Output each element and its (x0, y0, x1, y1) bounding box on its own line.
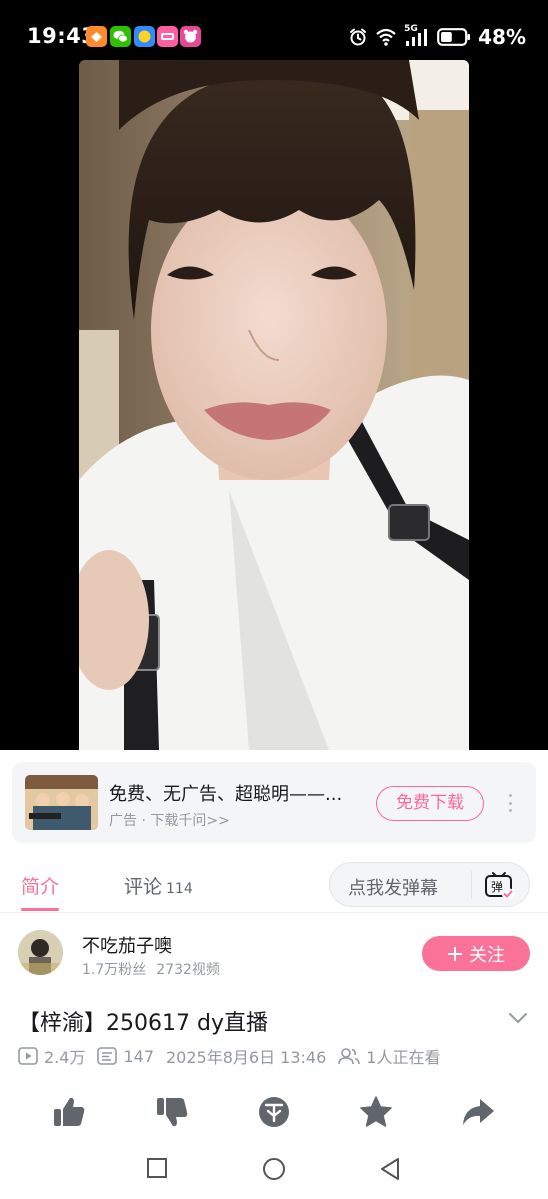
danmaku-input[interactable]: 点我发弹幕 弹 (329, 862, 530, 907)
uploader-name[interactable]: 不吃茄子噢 (82, 932, 172, 958)
chevron-down-icon[interactable] (508, 1012, 528, 1024)
danmaku-icon-glyph: 弹 (491, 880, 503, 894)
recents-nav-icon[interactable] (146, 1157, 168, 1179)
uploader-avatar[interactable] (18, 930, 63, 975)
share-button[interactable] (460, 1094, 496, 1130)
pink-bear-app-icon (180, 26, 201, 47)
dislike-button[interactable] (154, 1094, 190, 1130)
view-count: 2.4万 (44, 1048, 86, 1067)
danmaku-count: 147 (123, 1046, 154, 1066)
more-icon[interactable] (504, 790, 516, 816)
watching-count: 1人正在看 (366, 1048, 441, 1067)
battery-percent: 48% (478, 25, 526, 49)
signal-5g-icon: 5G (404, 24, 430, 48)
ad-subtitle[interactable]: 广告 · 下载千问>> (109, 810, 230, 830)
play-count-icon (18, 1047, 38, 1065)
coin-icon (259, 1097, 289, 1127)
publish-date: 2025年8月6日 13:46 (166, 1048, 327, 1067)
tab-comments[interactable]: 评论 114 (124, 872, 193, 899)
video-area: 19:43 5G 48% (0, 0, 548, 750)
divider (471, 871, 472, 899)
ad-banner[interactable]: 免费、无广告、超聪明——... 广告 · 下载千问>> 免费下载 (12, 762, 536, 843)
orange-app-icon (86, 26, 107, 47)
battery-icon (437, 28, 471, 46)
tab-bar: 简介 评论 114 点我发弹幕 弹 (0, 855, 548, 913)
comments-count: 114 (166, 881, 193, 897)
video-player[interactable] (79, 60, 469, 750)
video-meta: 2.4万 147 2025年8月6日 13:46 1人正在看 (18, 1046, 441, 1067)
back-nav-icon[interactable] (379, 1157, 401, 1181)
uploader-videos: 2732视频 (156, 962, 220, 978)
favorite-button[interactable] (358, 1094, 394, 1130)
follow-button[interactable]: 关注 (422, 936, 530, 971)
thumbs-up-icon (54, 1097, 85, 1126)
ad-download-button[interactable]: 免费下载 (376, 786, 484, 821)
wechat-icon (110, 26, 131, 47)
coin-button[interactable] (256, 1094, 292, 1130)
home-nav-icon[interactable] (262, 1157, 286, 1181)
uploader-fans: 1.7万粉丝 (82, 962, 147, 978)
yellow-app-icon (134, 26, 155, 47)
tab-intro[interactable]: 简介 (21, 872, 59, 899)
ad-thumbnail (25, 775, 98, 830)
alarm-icon (350, 28, 367, 46)
wifi-icon (376, 28, 396, 46)
tab-active-indicator (21, 908, 59, 911)
danmaku-placeholder[interactable]: 点我发弹幕 (348, 874, 438, 900)
video-title: 【梓渝】250617 dy直播 (18, 1011, 268, 1036)
uploader-stats: 1.7万粉丝 2732视频 (82, 959, 220, 979)
star-icon (360, 1096, 392, 1127)
plus-icon (448, 946, 462, 961)
share-icon (463, 1099, 494, 1125)
ad-title: 免费、无广告、超聪明——... (109, 784, 343, 805)
pink-app-icon (157, 26, 178, 47)
tab-comments-label: 评论 (124, 876, 163, 898)
status-icons: 5G 48% (348, 24, 526, 50)
danmaku-count-icon (97, 1047, 118, 1065)
danmaku-toggle-icon[interactable]: 弹 (483, 869, 515, 901)
thumbs-down-icon (157, 1098, 188, 1127)
people-icon (338, 1048, 361, 1065)
follow-label: 关注 (469, 944, 505, 966)
like-button[interactable] (51, 1094, 87, 1130)
